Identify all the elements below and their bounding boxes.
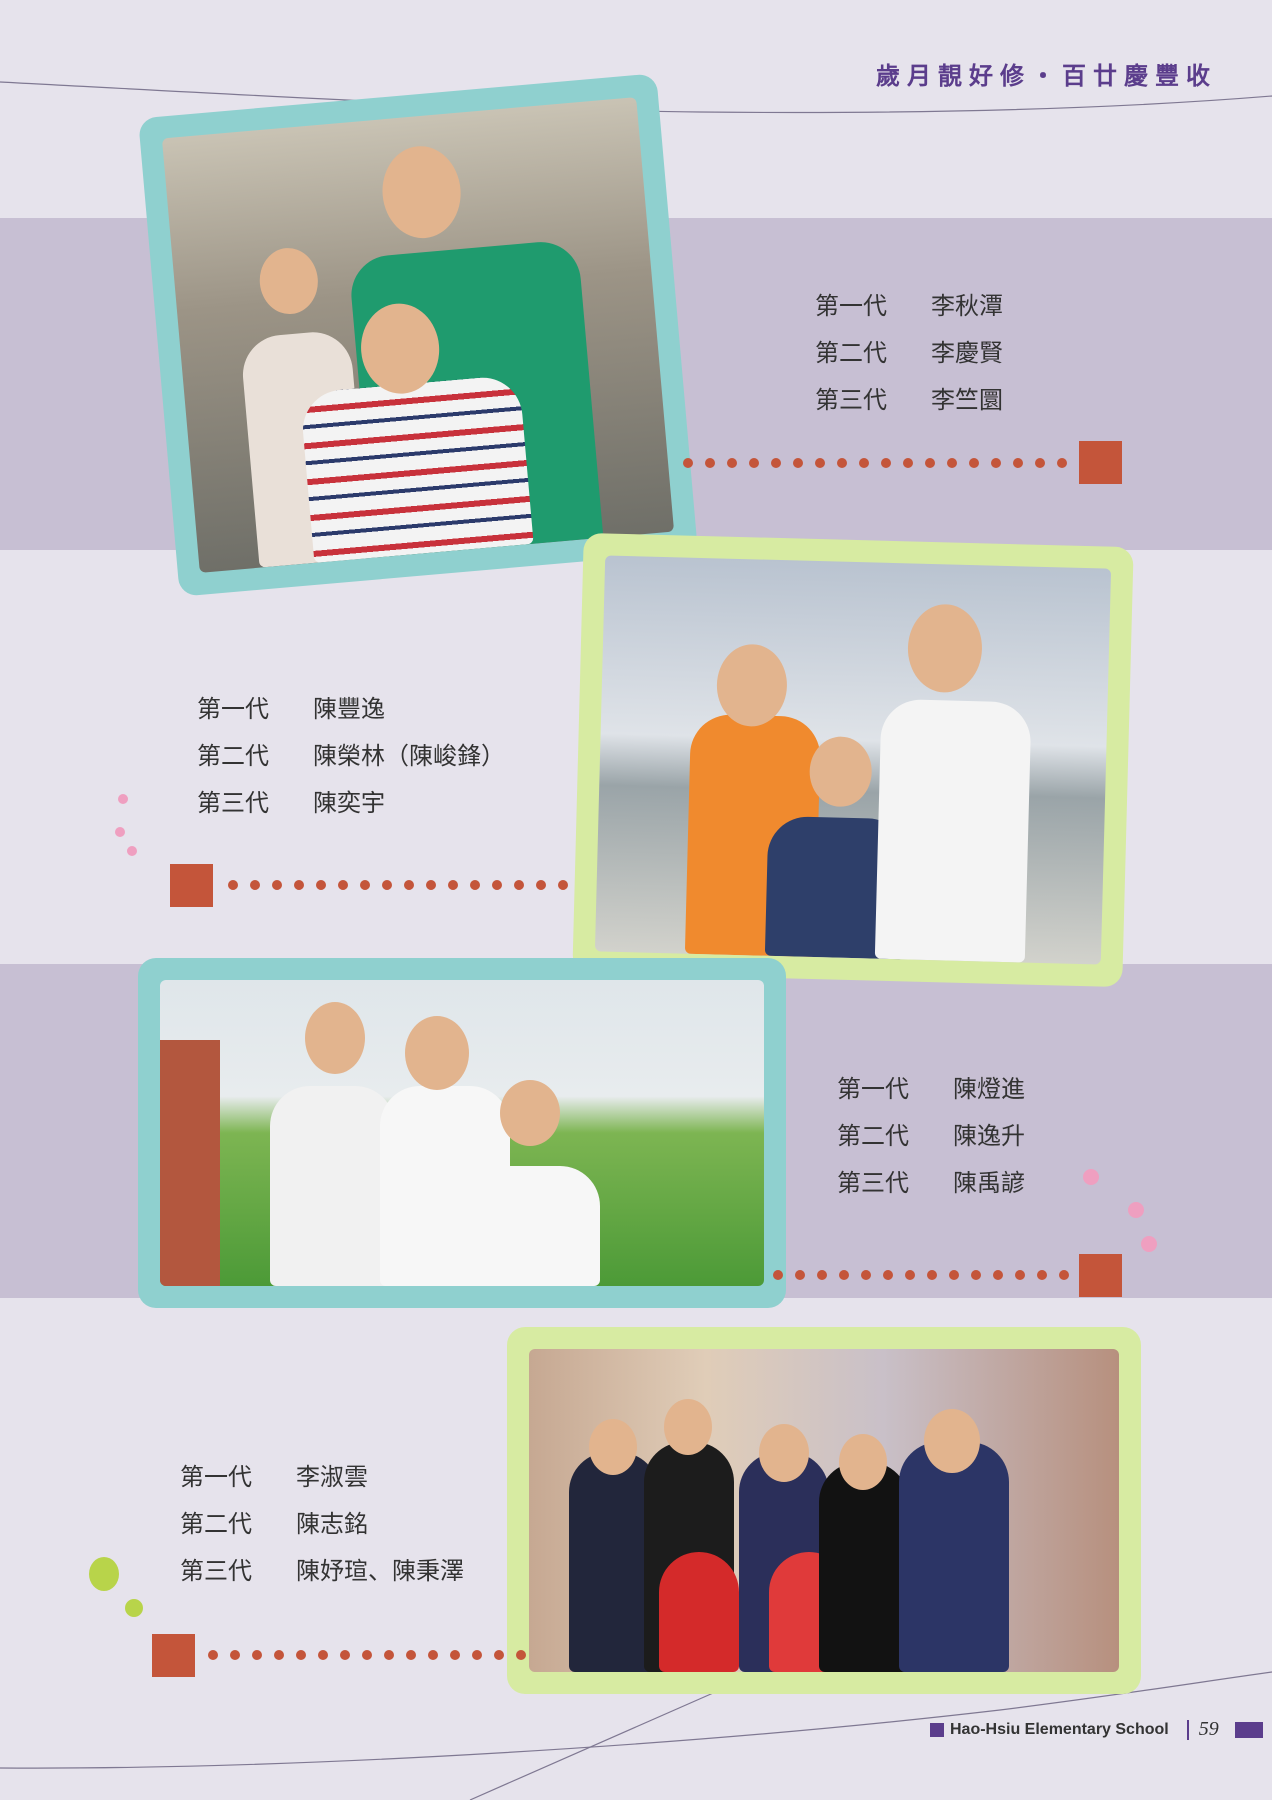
person-name: 陳奕宇 (313, 789, 385, 817)
generation-label: 第三代 (180, 1557, 252, 1585)
person-name: 陳志銘 (296, 1510, 368, 1538)
connector-1 (683, 441, 1122, 484)
connector-dots (208, 1650, 526, 1660)
generation-label: 第一代 (815, 292, 887, 320)
generation-label: 第二代 (815, 339, 887, 367)
family-caption-4: 第一代 李淑雲 第二代 陳志銘 第三代 陳妤瑄、陳秉澤 (180, 1454, 464, 1595)
family-caption-2: 第一代 陳豐逸 第二代 陳榮林（陳峻鋒） 第三代 陳奕宇 (197, 686, 505, 827)
page-footer: Hao-Hsiu Elementary School 59 (930, 1718, 1263, 1741)
connector-square (170, 864, 213, 907)
generation-row: 第一代 陳燈進 (837, 1066, 1025, 1113)
generation-row: 第二代 李慶賢 (815, 330, 1003, 377)
page-number: 59 (1198, 1718, 1219, 1740)
person-name: 陳禹諺 (953, 1169, 1025, 1197)
family-caption-3: 第一代 陳燈進 第二代 陳逸升 第三代 陳禹諺 (837, 1066, 1025, 1207)
generation-row: 第三代 李竺圜 (815, 377, 1003, 424)
footer-divider (1186, 1719, 1189, 1740)
generation-label: 第三代 (197, 789, 269, 817)
generation-label: 第一代 (197, 695, 269, 723)
generation-label: 第一代 (837, 1075, 909, 1103)
person-name: 陳妤瑄、陳秉澤 (296, 1557, 464, 1585)
generation-label: 第二代 (180, 1510, 252, 1538)
school-name: Hao-Hsiu Elementary School (950, 1720, 1169, 1738)
person-name: 陳燈進 (953, 1075, 1025, 1103)
generation-label: 第二代 (197, 742, 269, 770)
person-name: 李秋潭 (931, 292, 1003, 320)
connector-dots (228, 880, 568, 890)
connector-dots (773, 1270, 1069, 1280)
family-caption-1: 第一代 李秋潭 第二代 李慶賢 第三代 李竺圜 (815, 283, 1003, 424)
person-name: 李竺圜 (931, 386, 1003, 414)
person-name: 陳豐逸 (313, 695, 385, 723)
person-name: 李淑雲 (296, 1463, 368, 1491)
generation-row: 第三代 陳妤瑄、陳秉澤 (180, 1548, 464, 1595)
generation-row: 第一代 陳豐逸 (197, 686, 505, 733)
footer-tab-marker (1234, 1721, 1263, 1738)
footer-square-icon (930, 1722, 944, 1737)
connector-2 (170, 864, 568, 907)
person-name: 陳逸升 (953, 1122, 1025, 1150)
generation-row: 第二代 陳志銘 (180, 1501, 464, 1548)
generation-row: 第二代 陳逸升 (837, 1113, 1025, 1160)
generation-label: 第一代 (180, 1463, 252, 1491)
connector-3 (773, 1254, 1122, 1297)
generation-row: 第三代 陳奕宇 (197, 780, 505, 827)
person-name: 李慶賢 (931, 339, 1003, 367)
generation-label: 第三代 (837, 1169, 909, 1197)
generation-label: 第二代 (837, 1122, 909, 1150)
connector-dots (683, 458, 1067, 468)
person-name: 陳榮林（陳峻鋒） (313, 742, 505, 770)
generation-row: 第一代 李淑雲 (180, 1454, 464, 1501)
generation-row: 第二代 陳榮林（陳峻鋒） (197, 733, 505, 780)
generation-row: 第一代 李秋潭 (815, 283, 1003, 330)
connector-square (1079, 1254, 1122, 1297)
connector-square (1079, 441, 1122, 484)
connector-4 (152, 1634, 526, 1677)
connector-square (152, 1634, 195, 1677)
generation-row: 第三代 陳禹諺 (837, 1160, 1025, 1207)
generation-label: 第三代 (815, 386, 887, 414)
